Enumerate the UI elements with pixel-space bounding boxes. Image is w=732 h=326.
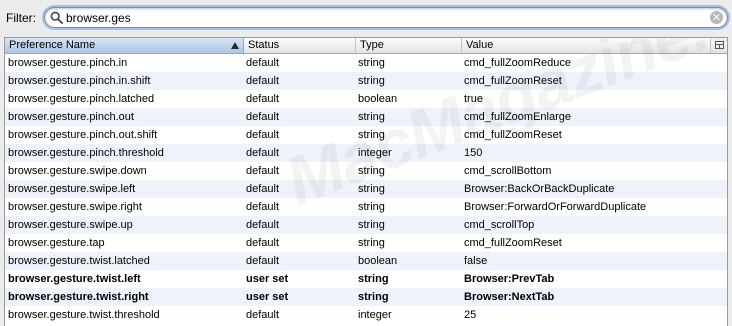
cell-value: cmd_fullZoomReset (464, 237, 562, 249)
cell-type: integer (358, 309, 392, 321)
search-input[interactable] (66, 10, 706, 25)
search-box[interactable]: ✕ (44, 7, 728, 28)
cell-type: string (358, 201, 385, 213)
cell-status: user set (246, 273, 289, 285)
cell-status: default (246, 129, 280, 141)
cell-type: integer (358, 147, 392, 159)
filter-bar: Filter: ✕ (0, 0, 732, 36)
cell-value: cmd_fullZoomReset (464, 75, 562, 87)
cell-type: string (358, 273, 389, 285)
table-row[interactable]: browser.gesture.pinch.in.shift default str… (5, 72, 727, 90)
table-row[interactable]: browser.gesture.pinch.in default string cmd… (5, 54, 727, 72)
cell-preference-name: browser.gesture.swipe.down (8, 165, 147, 177)
column-header-preference-name[interactable]: Preference Name (5, 38, 244, 53)
cell-preference-name: browser.gesture.twist.left (8, 273, 141, 285)
sort-ascending-icon (231, 42, 239, 49)
cell-type: string (358, 129, 385, 141)
cell-status: default (246, 219, 280, 231)
cell-type: string (358, 291, 389, 303)
cell-status: default (246, 165, 280, 177)
column-header-label: Type (360, 39, 384, 51)
cell-status: default (246, 237, 280, 249)
cell-type: string (358, 57, 385, 69)
cell-status: default (246, 57, 280, 69)
cell-preference-name: browser.gesture.swipe.up (8, 219, 133, 231)
cell-value: cmd_fullZoomEnlarge (464, 111, 571, 123)
column-header-value[interactable]: Value (462, 38, 710, 53)
column-header-type[interactable]: Type (356, 38, 462, 53)
cell-type: string (358, 75, 385, 87)
cell-status: default (246, 255, 280, 267)
cell-preference-name: browser.gesture.pinch.threshold (8, 147, 164, 159)
column-header-status[interactable]: Status (244, 38, 356, 53)
cell-type: string (358, 237, 385, 249)
cell-preference-name: browser.gesture.twist.threshold (8, 309, 160, 321)
cell-value: true (464, 93, 483, 105)
cell-preference-name: browser.gesture.swipe.right (8, 201, 142, 213)
preferences-table: Preference Name Status Type Value browse… (4, 37, 728, 326)
table-body: browser.gesture.pinch.in default string cmd… (5, 54, 727, 324)
cell-status: default (246, 147, 280, 159)
cell-value: 25 (464, 309, 477, 321)
cell-value: Browser:BackOrBackDuplicate (464, 183, 615, 195)
cell-preference-name: browser.gesture.pinch.in.shift (8, 75, 151, 87)
table-row[interactable]: browser.gesture.twist.left user set string… (5, 270, 727, 288)
table-row[interactable]: browser.gesture.twist.threshold default in… (5, 306, 727, 324)
cell-status: default (246, 93, 280, 105)
cell-status: default (246, 201, 280, 213)
cell-value: cmd_fullZoomReduce (464, 57, 571, 69)
cell-status: default (246, 111, 280, 123)
cell-preference-name: browser.gesture.twist.latched (8, 255, 150, 267)
table-row[interactable]: browser.gesture.swipe.up default string cmd… (5, 216, 727, 234)
cell-type: boolean (358, 93, 398, 105)
column-header-label: Value (466, 39, 494, 51)
column-picker-button[interactable] (710, 38, 727, 53)
cell-preference-name: browser.gesture.twist.right (8, 291, 149, 303)
cell-status: default (246, 75, 280, 87)
cell-value: cmd_fullZoomReset (464, 129, 562, 141)
cell-value: 150 (464, 147, 483, 159)
cell-type: string (358, 111, 385, 123)
table-row[interactable]: browser.gesture.twist.latched default bool… (5, 252, 727, 270)
cell-type: string (358, 219, 385, 231)
cell-type: string (358, 183, 385, 195)
column-picker-icon (715, 41, 724, 49)
table-row[interactable]: browser.gesture.pinch.out default string cm… (5, 108, 727, 126)
table-row[interactable]: browser.gesture.swipe.left default string B… (5, 180, 727, 198)
cell-preference-name: browser.gesture.tap (8, 237, 105, 249)
cell-type: boolean (358, 255, 398, 267)
cell-type: string (358, 165, 385, 177)
filter-label: Filter: (6, 11, 36, 25)
table-row[interactable]: browser.gesture.pinch.threshold default in… (5, 144, 727, 162)
cell-preference-name: browser.gesture.pinch.latched (8, 93, 155, 105)
cell-value: Browser:PrevTab (464, 273, 555, 285)
table-header: Preference Name Status Type Value (5, 38, 727, 54)
cell-preference-name: browser.gesture.pinch.out (8, 111, 134, 123)
table-row[interactable]: browser.gesture.tap default string cmd_full… (5, 234, 727, 252)
search-icon (50, 11, 63, 24)
table-row[interactable]: browser.gesture.pinch.latched default bool… (5, 90, 727, 108)
table-row[interactable]: browser.gesture.twist.right user set strin… (5, 288, 727, 306)
cell-status: user set (246, 291, 289, 303)
cell-preference-name: browser.gesture.pinch.in (8, 57, 128, 69)
column-header-label: Preference Name (9, 39, 96, 51)
cell-status: default (246, 309, 280, 321)
table-row[interactable]: browser.gesture.pinch.out.shift default st… (5, 126, 727, 144)
cell-preference-name: browser.gesture.swipe.left (8, 183, 136, 195)
table-row[interactable]: browser.gesture.swipe.down default string c… (5, 162, 727, 180)
table-row[interactable]: browser.gesture.swipe.right default string… (5, 198, 727, 216)
column-header-label: Status (248, 39, 280, 51)
cell-value: false (464, 255, 488, 267)
cell-preference-name: browser.gesture.pinch.out.shift (8, 129, 158, 141)
cell-status: default (246, 183, 280, 195)
cell-value: cmd_scrollTop (464, 219, 535, 231)
clear-icon[interactable]: ✕ (710, 11, 723, 24)
cell-value: Browser:NextTab (464, 291, 555, 303)
cell-value: cmd_scrollBottom (464, 165, 552, 177)
cell-value: Browser:ForwardOrForwardDuplicate (464, 201, 647, 213)
